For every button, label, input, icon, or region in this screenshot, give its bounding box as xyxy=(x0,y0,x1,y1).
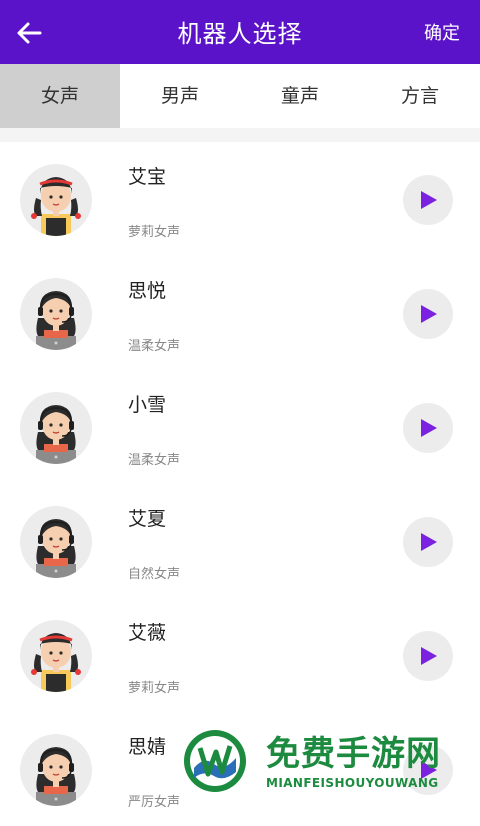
robot-description: 温柔女声 xyxy=(128,453,181,468)
robot-description: 温柔女声 xyxy=(128,339,181,354)
robot-name: 艾夏 xyxy=(128,508,167,530)
voice-category-tabs: 女声 男声 童声 方言 xyxy=(0,64,480,128)
play-button[interactable] xyxy=(403,517,453,567)
play-button[interactable] xyxy=(403,175,453,225)
play-icon xyxy=(421,533,437,551)
play-icon xyxy=(421,191,437,209)
play-icon xyxy=(421,305,437,323)
robot-name: 艾宝 xyxy=(128,166,167,188)
site-watermark: 免费手游网 MIANFEISHOUYOUWANG xyxy=(180,724,480,800)
play-button[interactable] xyxy=(403,403,453,453)
confirm-button[interactable]: 确定 xyxy=(424,0,460,64)
site-logo-icon xyxy=(184,730,246,792)
headset-woman-avatar xyxy=(20,506,92,578)
play-icon xyxy=(421,419,437,437)
tab-female[interactable]: 女声 xyxy=(0,64,120,128)
watermark-english-text: MIANFEISHOUYOUWANG xyxy=(266,776,439,790)
robot-name: 思婧 xyxy=(128,736,167,758)
tab-dialect[interactable]: 方言 xyxy=(360,64,480,128)
list-item[interactable]: 艾薇 萝莉女声 xyxy=(0,598,480,712)
braided-girl-avatar xyxy=(20,164,92,236)
robot-name: 艾薇 xyxy=(128,622,167,644)
robot-description: 自然女声 xyxy=(128,567,181,582)
headset-woman-avatar xyxy=(20,734,92,806)
robot-description: 萝莉女声 xyxy=(128,225,181,240)
headset-woman-avatar xyxy=(20,392,92,464)
list-item[interactable]: 思悦 温柔女声 xyxy=(0,256,480,370)
divider xyxy=(0,128,480,142)
robot-name: 思悦 xyxy=(128,280,167,302)
list-item[interactable]: 艾宝 萝莉女声 xyxy=(0,142,480,256)
watermark-chinese-text: 免费手游网 xyxy=(266,734,441,774)
play-button[interactable] xyxy=(403,631,453,681)
top-app-bar: 机器人选择 确定 xyxy=(0,0,480,64)
tab-child[interactable]: 童声 xyxy=(240,64,360,128)
braided-girl-avatar xyxy=(20,620,92,692)
page-title: 机器人选择 xyxy=(177,20,303,48)
robot-name: 小雪 xyxy=(128,394,167,416)
tab-male[interactable]: 男声 xyxy=(120,64,240,128)
robot-description: 严厉女声 xyxy=(128,795,181,810)
play-button[interactable] xyxy=(403,289,453,339)
play-icon xyxy=(421,647,437,665)
list-item[interactable]: 小雪 温柔女声 xyxy=(0,370,480,484)
headset-woman-avatar xyxy=(20,278,92,350)
robot-description: 萝莉女声 xyxy=(128,681,181,696)
list-item[interactable]: 艾夏 自然女声 xyxy=(0,484,480,598)
